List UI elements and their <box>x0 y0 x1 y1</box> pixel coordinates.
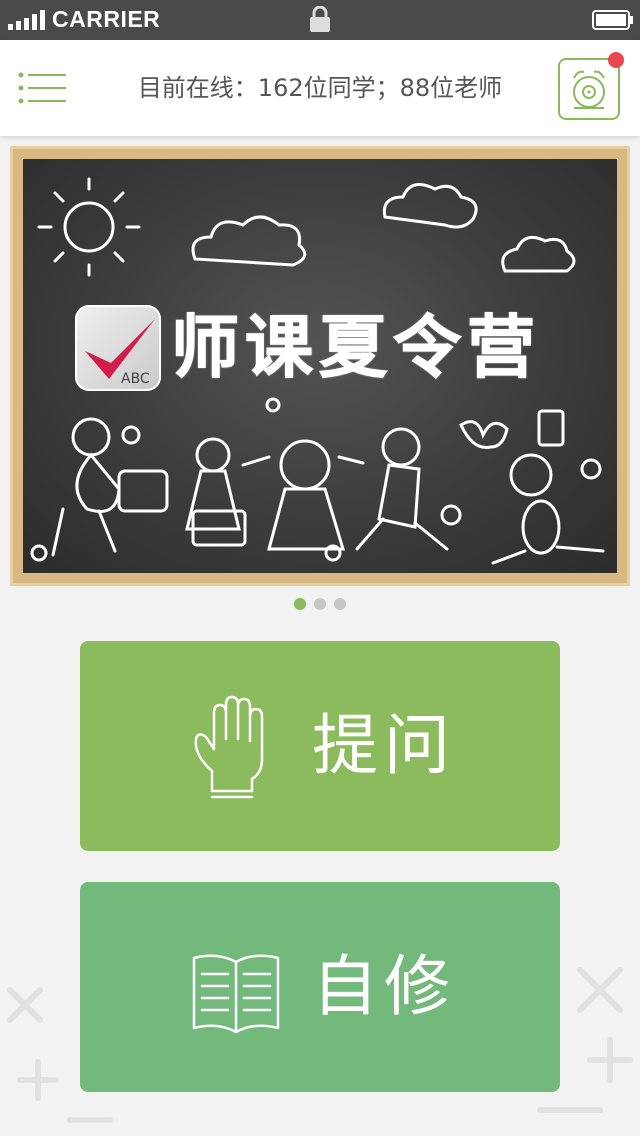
carousel-indicator <box>294 598 346 610</box>
menu-icon[interactable] <box>18 72 66 104</box>
alarm-button[interactable] <box>558 58 620 120</box>
hand-icon <box>194 695 264 799</box>
carrier-label: CARRIER <box>52 6 161 32</box>
lock-icon <box>310 6 330 32</box>
self-study-label: 自修 <box>312 948 456 1025</box>
status-bar: CARRIER <box>0 0 640 40</box>
carousel-dot-2[interactable] <box>314 598 326 610</box>
ask-question-button[interactable]: 提问 <box>80 641 560 851</box>
notification-badge <box>608 52 624 68</box>
self-study-button[interactable]: 自修 <box>80 882 560 1092</box>
ask-label: 提问 <box>312 707 456 784</box>
signal-icon <box>8 10 45 30</box>
battery-icon <box>592 10 633 30</box>
book-icon <box>192 954 280 1034</box>
banner-carousel[interactable]: ABC 师课夏令营 <box>10 146 630 586</box>
app-header: 目前在线：162位同学；88位老师 <box>0 40 640 136</box>
carousel-dot-3[interactable] <box>334 598 346 610</box>
alarm-clock-icon <box>573 70 605 109</box>
carousel-dot-1[interactable] <box>294 598 306 610</box>
svg-text:ABC: ABC <box>121 371 150 387</box>
app-logo: ABC <box>75 305 161 391</box>
banner-title: 师课夏令营 <box>171 309 542 389</box>
online-count-text: 目前在线：162位同学；88位老师 <box>137 74 503 102</box>
chalkboard: ABC 师课夏令营 <box>23 159 617 573</box>
checkmark-icon: ABC <box>85 319 155 387</box>
